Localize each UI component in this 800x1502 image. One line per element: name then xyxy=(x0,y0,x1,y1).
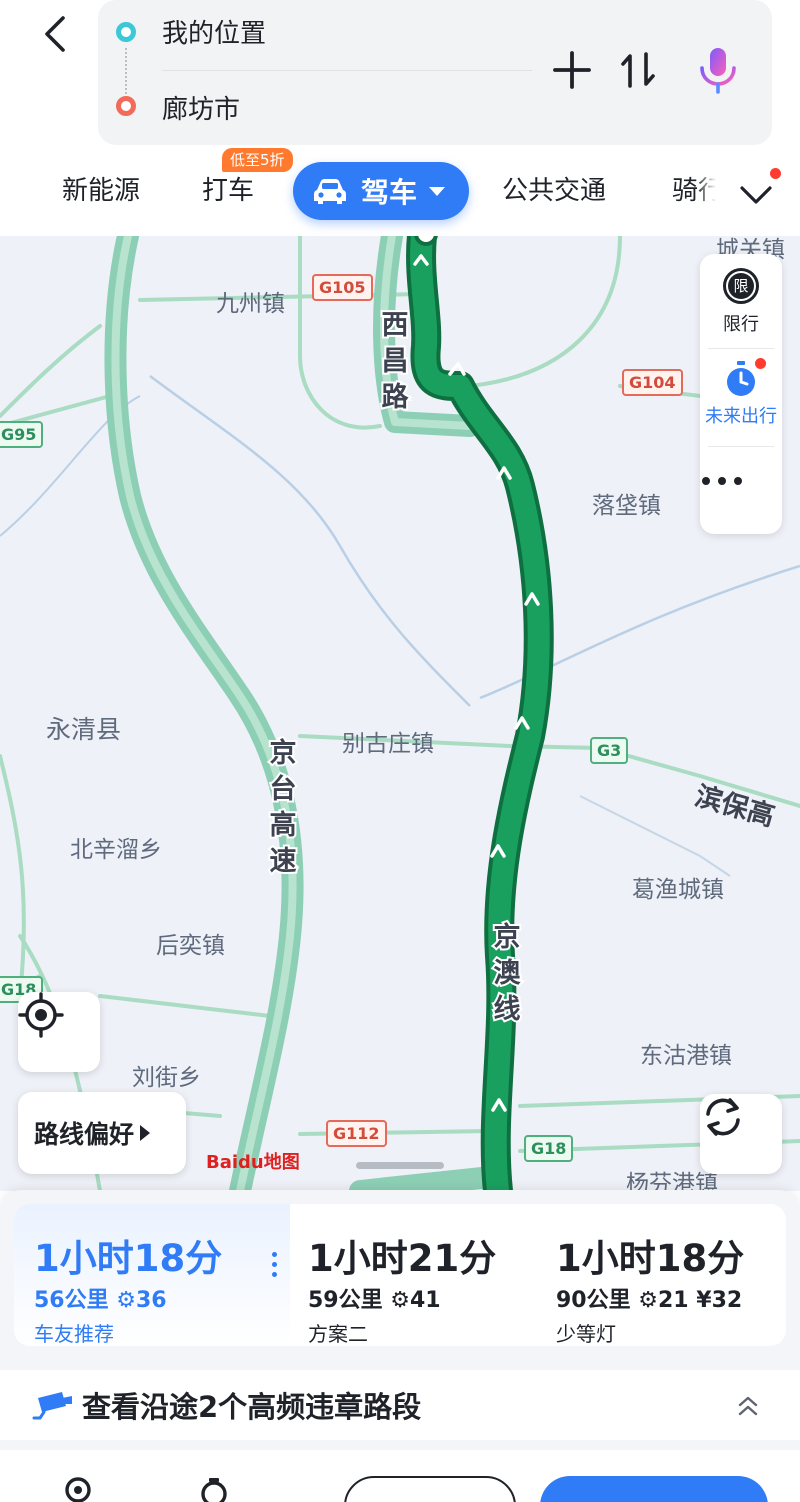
plan-distance-lights: 90公里 ⚙21 ¥32 xyxy=(556,1288,743,1313)
origin-field[interactable]: 我的位置 xyxy=(162,13,266,50)
notification-dot xyxy=(770,168,781,179)
chevron-left-icon xyxy=(45,16,65,52)
route-connector xyxy=(125,48,127,94)
plus-icon xyxy=(553,51,591,89)
panel-divider xyxy=(708,348,774,349)
map-view[interactable]: 九州镇 落垡镇 永清县 别古庄镇 北辛溜乡 葛渔城镇 后奕镇 东沽港镇 刘街乡 … xyxy=(0,236,800,1191)
plan-duration: 1小时18分 xyxy=(556,1237,745,1280)
map-place-label: 落垡镇 xyxy=(592,493,661,519)
road-shield: G104 xyxy=(622,369,683,396)
tab-taxi[interactable]: 打车 xyxy=(202,170,254,207)
plan-tag: 车友推荐 xyxy=(34,1322,114,1346)
route-plan-cards: 1小时18分 56公里 ⚙36 车友推荐 1小时21分 59公里 ⚙41 方案二… xyxy=(14,1204,786,1346)
panel-divider xyxy=(708,446,774,447)
more-horizontal-icon xyxy=(702,477,742,485)
route-preference-label: 路线偏好 xyxy=(34,1120,135,1149)
chevron-down-icon xyxy=(740,186,772,204)
road-shield: G18 xyxy=(524,1135,574,1162)
tab-public-transit[interactable]: 公共交通 xyxy=(502,170,606,207)
map-place-label: 永清县 xyxy=(46,715,122,744)
route-header: 我的位置 廊坊市 新能源 打车 公共交通 骑行 低至5折 驾车 xyxy=(0,0,800,236)
map-place-label: 九州镇 xyxy=(216,291,285,317)
road-shield: G3 xyxy=(590,737,629,764)
swap-icon xyxy=(621,52,655,88)
restriction-icon-text: 限 xyxy=(728,273,754,299)
caret-right-icon xyxy=(140,1125,151,1141)
map-place-label: 别古庄镇 xyxy=(342,731,434,757)
sheet-drag-handle[interactable] xyxy=(356,1162,444,1169)
map-place-label: 后奕镇 xyxy=(156,933,225,959)
kebab-dot xyxy=(272,1272,277,1277)
map-place-label: 葛渔城镇 xyxy=(632,877,724,903)
crosshair-icon xyxy=(18,992,64,1038)
plan-duration: 1小时21分 xyxy=(308,1237,497,1280)
refresh-route-button[interactable] xyxy=(700,1094,782,1174)
bottom-action-bar xyxy=(0,1450,800,1502)
road-name-jingao: 京澳线 xyxy=(492,920,523,1027)
map-place-label: 北辛溜乡 xyxy=(70,837,162,863)
baidu-map-logo: Baidu地图 xyxy=(206,1148,300,1174)
add-stop-button[interactable] xyxy=(548,46,596,94)
road-name-xichang: 西昌路 xyxy=(380,308,411,415)
logo-text: Baidu地图 xyxy=(206,1152,300,1173)
search-divider xyxy=(162,70,532,71)
tab-driving[interactable]: 驾车 xyxy=(293,162,469,220)
route-search-box: 我的位置 廊坊市 xyxy=(98,0,772,145)
road-shield: G105 xyxy=(312,274,373,301)
traffic-restriction-button[interactable]: 限 限行 xyxy=(700,268,782,336)
back-button[interactable] xyxy=(30,12,78,56)
restriction-label: 限行 xyxy=(723,314,759,335)
secondary-action-button[interactable] xyxy=(344,1476,516,1502)
road-shield: G95 xyxy=(0,421,44,448)
more-modes-button[interactable] xyxy=(730,168,781,212)
plan-tag: 方案二 xyxy=(308,1322,368,1346)
violation-notice-row[interactable]: 查看沿途2个高频违章路段 xyxy=(0,1370,800,1440)
future-travel-button[interactable]: 未来出行 xyxy=(700,358,782,428)
route-preference-button[interactable]: 路线偏好 xyxy=(18,1092,186,1174)
location-pin-icon[interactable] xyxy=(58,1476,98,1502)
tab-cycling[interactable]: 骑行 xyxy=(672,170,716,207)
road-name-jingtai: 京台高速 xyxy=(268,736,299,879)
discount-badge: 低至5折 xyxy=(222,148,293,172)
plan-distance-lights: 59公里 ⚙41 xyxy=(308,1288,441,1313)
kebab-dot xyxy=(272,1262,277,1267)
route-plans-sheet: 1小时18分 56公里 ⚙36 车友推荐 1小时21分 59公里 ⚙41 方案二… xyxy=(0,1190,800,1502)
double-chevron-up-icon xyxy=(738,1396,758,1416)
refresh-icon xyxy=(706,1098,740,1136)
plan-options-button[interactable] xyxy=(272,1252,278,1280)
tab-driving-label: 驾车 xyxy=(361,176,418,209)
stopwatch-icon[interactable] xyxy=(194,1476,234,1502)
locate-me-button[interactable] xyxy=(18,992,100,1072)
plan-distance-lights: 56公里 ⚙36 xyxy=(34,1288,167,1313)
map-tool-panel: 限 限行 未来出行 xyxy=(700,254,782,534)
plan-tag: 少等灯 xyxy=(556,1322,616,1346)
microphone-icon xyxy=(700,48,736,94)
tab-new-energy[interactable]: 新能源 xyxy=(62,170,140,207)
route-endpoint-markers xyxy=(116,22,136,122)
map-place-label: 刘街乡 xyxy=(132,1065,201,1091)
map-place-label: 东沽港镇 xyxy=(640,1043,732,1069)
restriction-icon: 限 xyxy=(723,268,759,304)
camera-icon xyxy=(32,1392,72,1420)
future-travel-label: 未来出行 xyxy=(705,406,777,427)
car-icon xyxy=(314,179,346,204)
plan-duration: 1小时18分 xyxy=(34,1237,223,1280)
swap-button[interactable] xyxy=(614,46,662,94)
start-point-icon xyxy=(116,22,136,42)
stopwatch-icon xyxy=(723,358,766,398)
violation-notice-text: 查看沿途2个高频违章路段 xyxy=(82,1390,422,1424)
kebab-dot xyxy=(272,1252,277,1257)
notification-dot xyxy=(755,358,766,369)
destination-field[interactable]: 廊坊市 xyxy=(162,89,240,126)
voice-input-button[interactable] xyxy=(694,46,742,94)
start-navigation-button[interactable] xyxy=(540,1476,768,1502)
caret-down-icon xyxy=(429,186,446,196)
road-shield: G112 xyxy=(326,1120,387,1147)
route-plan-1[interactable]: 1小时18分 56公里 ⚙36 车友推荐 xyxy=(34,1204,274,1346)
route-plan-3[interactable]: 1小时18分 90公里 ⚙21 ¥32 少等灯 xyxy=(556,1204,784,1346)
route-plan-2[interactable]: 1小时21分 59公里 ⚙41 方案二 xyxy=(308,1204,538,1346)
end-point-icon xyxy=(116,96,136,116)
